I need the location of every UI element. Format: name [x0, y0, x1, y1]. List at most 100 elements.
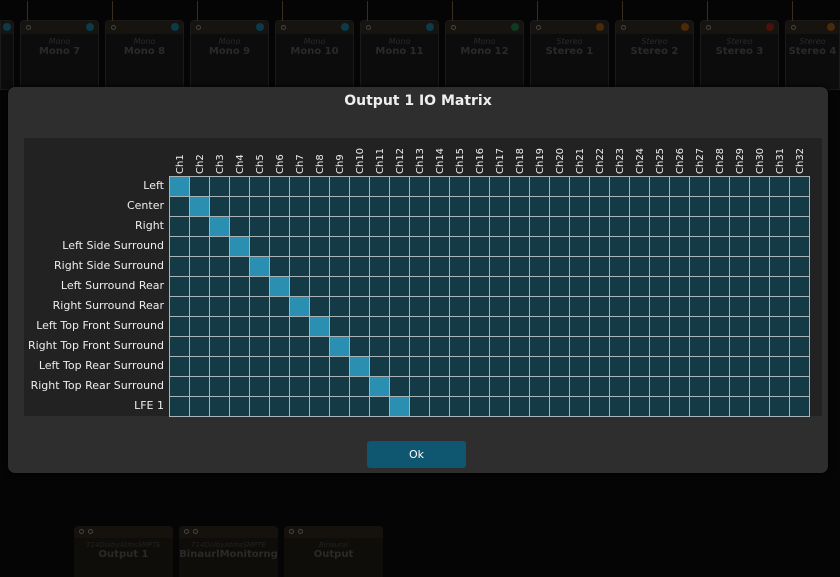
- matrix-cell[interactable]: [509, 216, 530, 237]
- matrix-cell[interactable]: [729, 356, 750, 377]
- matrix-cell[interactable]: [649, 176, 670, 197]
- matrix-cell[interactable]: [429, 196, 450, 217]
- matrix-cell[interactable]: [669, 356, 690, 377]
- matrix-cell[interactable]: [609, 176, 630, 197]
- matrix-cell[interactable]: [209, 176, 230, 197]
- matrix-cell[interactable]: [709, 236, 730, 257]
- matrix-cell[interactable]: [509, 236, 530, 257]
- matrix-cell[interactable]: [289, 216, 310, 237]
- matrix-cell[interactable]: [329, 176, 350, 197]
- matrix-cell[interactable]: [169, 376, 190, 397]
- matrix-cell[interactable]: [729, 256, 750, 277]
- matrix-cell[interactable]: [429, 356, 450, 377]
- matrix-cell[interactable]: [669, 236, 690, 257]
- matrix-cell[interactable]: [429, 216, 450, 237]
- matrix-cell[interactable]: [569, 316, 590, 337]
- matrix-cell[interactable]: [449, 336, 470, 357]
- matrix-cell[interactable]: [409, 336, 430, 357]
- matrix-cell[interactable]: [269, 336, 290, 357]
- matrix-cell[interactable]: [189, 236, 210, 257]
- matrix-cell[interactable]: [669, 336, 690, 357]
- matrix-cell[interactable]: [469, 336, 490, 357]
- matrix-cell[interactable]: [369, 216, 390, 237]
- matrix-cell[interactable]: [469, 216, 490, 237]
- matrix-cell[interactable]: [369, 256, 390, 277]
- matrix-cell[interactable]: [209, 356, 230, 377]
- matrix-cell[interactable]: [729, 216, 750, 237]
- matrix-cell[interactable]: [649, 316, 670, 337]
- matrix-cell[interactable]: [229, 276, 250, 297]
- matrix-cell[interactable]: [389, 396, 410, 417]
- matrix-cell[interactable]: [789, 216, 810, 237]
- matrix-cell[interactable]: [549, 356, 570, 377]
- matrix-cell[interactable]: [229, 396, 250, 417]
- ok-button[interactable]: Ok: [367, 441, 466, 468]
- matrix-cell[interactable]: [609, 276, 630, 297]
- matrix-cell[interactable]: [489, 216, 510, 237]
- matrix-cell[interactable]: [569, 296, 590, 317]
- matrix-cell[interactable]: [649, 216, 670, 237]
- matrix-cell[interactable]: [789, 336, 810, 357]
- matrix-cell[interactable]: [649, 236, 670, 257]
- matrix-cell[interactable]: [189, 376, 210, 397]
- matrix-cell[interactable]: [709, 316, 730, 337]
- matrix-cell[interactable]: [629, 316, 650, 337]
- matrix-cell[interactable]: [329, 396, 350, 417]
- matrix-cell[interactable]: [569, 176, 590, 197]
- matrix-cell[interactable]: [589, 236, 610, 257]
- matrix-cell[interactable]: [349, 376, 370, 397]
- matrix-cell[interactable]: [629, 356, 650, 377]
- matrix-cell[interactable]: [389, 316, 410, 337]
- matrix-cell[interactable]: [749, 376, 770, 397]
- matrix-cell[interactable]: [569, 256, 590, 277]
- matrix-cell[interactable]: [669, 196, 690, 217]
- matrix-cell[interactable]: [789, 356, 810, 377]
- matrix-cell[interactable]: [469, 316, 490, 337]
- matrix-cell[interactable]: [589, 216, 610, 237]
- matrix-cell[interactable]: [469, 176, 490, 197]
- matrix-cell[interactable]: [389, 296, 410, 317]
- matrix-cell[interactable]: [289, 256, 310, 277]
- matrix-cell[interactable]: [769, 336, 790, 357]
- matrix-cell[interactable]: [329, 256, 350, 277]
- matrix-cell[interactable]: [349, 276, 370, 297]
- matrix-cell[interactable]: [529, 376, 550, 397]
- matrix-cell[interactable]: [229, 236, 250, 257]
- matrix-cell[interactable]: [749, 236, 770, 257]
- matrix-cell[interactable]: [629, 216, 650, 237]
- matrix-cell[interactable]: [729, 336, 750, 357]
- matrix-cell[interactable]: [449, 276, 470, 297]
- matrix-cell[interactable]: [629, 256, 650, 277]
- matrix-cell[interactable]: [489, 376, 510, 397]
- matrix-cell[interactable]: [789, 396, 810, 417]
- matrix-cell[interactable]: [189, 216, 210, 237]
- matrix-cell[interactable]: [549, 176, 570, 197]
- matrix-cell[interactable]: [489, 196, 510, 217]
- matrix-cell[interactable]: [469, 196, 490, 217]
- matrix-cell[interactable]: [529, 356, 550, 377]
- matrix-cell[interactable]: [749, 196, 770, 217]
- matrix-cell[interactable]: [729, 236, 750, 257]
- node-card[interactable]: Stereo Stereo 2: [615, 1, 694, 90]
- matrix-cell[interactable]: [369, 176, 390, 197]
- matrix-cell[interactable]: [349, 176, 370, 197]
- matrix-cell[interactable]: [549, 296, 570, 317]
- output-node-card[interactable]: Binaural Output: [284, 526, 383, 577]
- matrix-cell[interactable]: [369, 236, 390, 257]
- matrix-cell[interactable]: [449, 296, 470, 317]
- matrix-cell[interactable]: [329, 316, 350, 337]
- matrix-cell[interactable]: [769, 176, 790, 197]
- node-card[interactable]: Mono Mono 10: [275, 1, 354, 90]
- matrix-cell[interactable]: [509, 316, 530, 337]
- matrix-cell[interactable]: [529, 216, 550, 237]
- matrix-cell[interactable]: [289, 356, 310, 377]
- matrix-cell[interactable]: [249, 296, 270, 317]
- matrix-cell[interactable]: [309, 256, 330, 277]
- matrix-cell[interactable]: [649, 296, 670, 317]
- matrix-cell[interactable]: [549, 196, 570, 217]
- matrix-cell[interactable]: [649, 196, 670, 217]
- matrix-cell[interactable]: [529, 196, 550, 217]
- matrix-cell[interactable]: [769, 316, 790, 337]
- input-pin-icon[interactable]: [706, 25, 711, 30]
- matrix-cell[interactable]: [429, 176, 450, 197]
